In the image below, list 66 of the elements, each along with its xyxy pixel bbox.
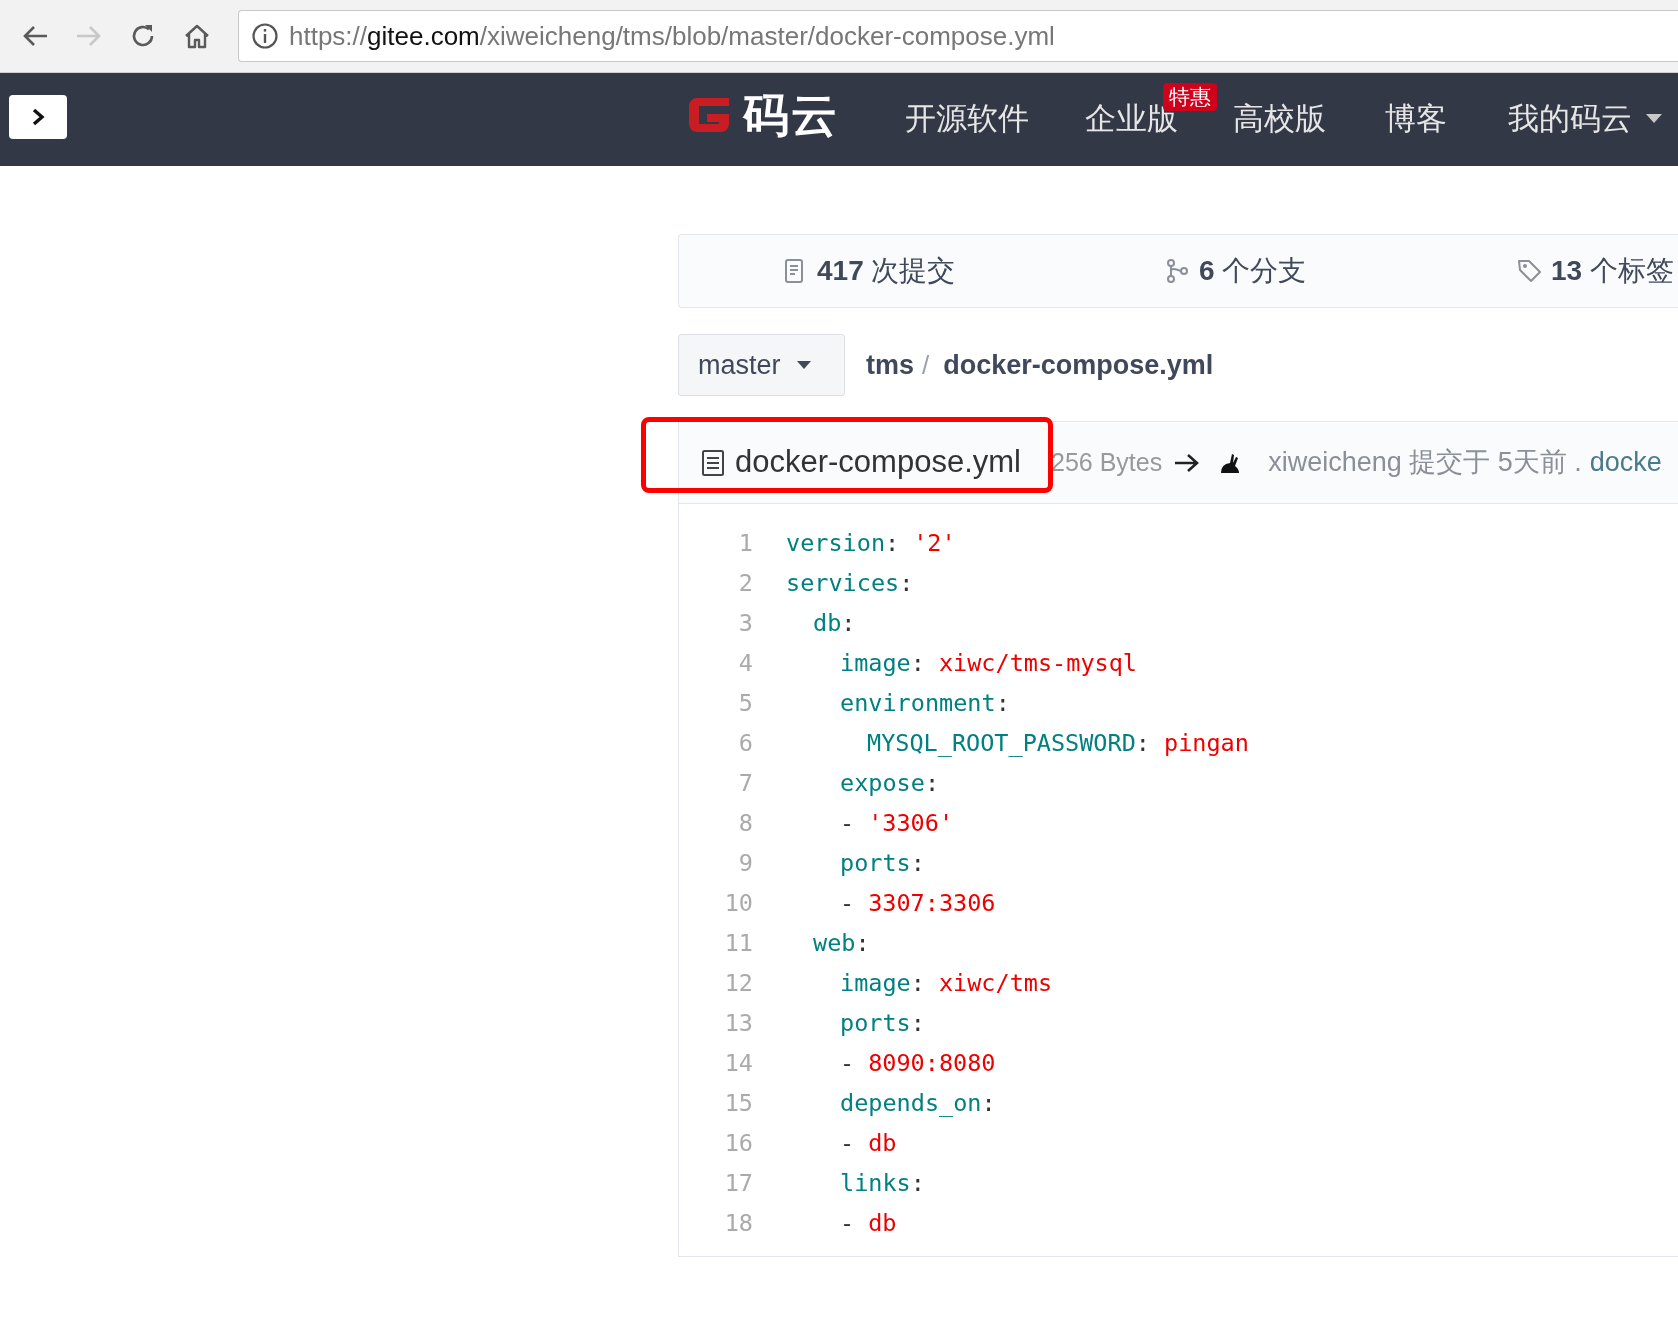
back-icon bbox=[21, 24, 49, 48]
line-number: 15 bbox=[723, 1088, 753, 1120]
forward-icon bbox=[75, 24, 103, 48]
line-number: 18 bbox=[723, 1208, 753, 1240]
nav-link[interactable]: 我的码云 bbox=[1508, 99, 1662, 139]
code-line: - 3307:3306 bbox=[840, 888, 996, 920]
line-number: 4 bbox=[737, 648, 753, 680]
line-number: 11 bbox=[723, 928, 753, 960]
nav-link[interactable]: 博客 bbox=[1385, 99, 1447, 139]
line-number: 3 bbox=[737, 608, 753, 640]
line-number: 1 bbox=[737, 528, 753, 560]
commit-link[interactable]: docke bbox=[1589, 442, 1662, 483]
file-size: 256 Bytes bbox=[1051, 446, 1163, 478]
code-line: image: xiwc/tms-mysql bbox=[840, 648, 1137, 680]
tag-icon bbox=[1517, 258, 1543, 284]
code-line: web: bbox=[813, 928, 870, 960]
line-number: 10 bbox=[723, 888, 753, 920]
code-line: environment: bbox=[840, 688, 1010, 720]
url-text: https://gitee.com/xiweicheng/tms/blob/master/docker-compose.yml bbox=[289, 19, 1055, 53]
commit-info: xiweicheng 提交于 5天前 . bbox=[1268, 446, 1582, 480]
document-icon bbox=[701, 448, 725, 477]
code-line: links: bbox=[840, 1168, 925, 1200]
line-number: 5 bbox=[737, 688, 753, 720]
code-line: - 8090:8080 bbox=[840, 1048, 996, 1080]
line-number: 16 bbox=[723, 1128, 753, 1160]
line-number: 14 bbox=[723, 1048, 753, 1080]
line-number: 17 bbox=[723, 1168, 753, 1200]
code-line: expose: bbox=[840, 768, 940, 800]
nav-link[interactable]: 开源软件 bbox=[905, 99, 1029, 139]
nav-link[interactable]: 高校版 bbox=[1233, 99, 1326, 139]
sidebar-toggle-button[interactable] bbox=[9, 95, 67, 139]
code-line: db: bbox=[813, 608, 856, 640]
home-icon bbox=[183, 23, 211, 49]
code-line: ports: bbox=[840, 1008, 925, 1040]
code-line: MYSQL_ROOT_PASSWORD: pingan bbox=[867, 728, 1249, 760]
logo-text: 码云 bbox=[743, 92, 839, 138]
code-line: - db bbox=[840, 1208, 897, 1240]
caret-down-icon bbox=[796, 360, 811, 370]
breadcrumb-link[interactable]: tms bbox=[866, 344, 914, 386]
line-number: 8 bbox=[737, 808, 753, 840]
info-icon bbox=[251, 22, 279, 50]
code-line: ports: bbox=[840, 848, 925, 880]
chevron-right-icon bbox=[30, 107, 46, 127]
arrow-right-icon bbox=[1174, 451, 1201, 474]
code-line: - db bbox=[840, 1128, 897, 1160]
file-name: docker-compose.yml bbox=[735, 443, 1021, 482]
code-line: depends_on: bbox=[840, 1088, 996, 1120]
breadcrumb-current: docker-compose.yml bbox=[943, 348, 1214, 382]
line-number: 6 bbox=[737, 728, 753, 760]
code-line: - '3306' bbox=[840, 808, 954, 840]
stat-link[interactable]: 417 次提交 bbox=[783, 249, 956, 293]
address-bar[interactable]: https://gitee.com/xiweicheng/tms/blob/master/docker-compose.yml bbox=[238, 10, 1678, 62]
branch-dropdown[interactable]: master bbox=[678, 334, 845, 396]
code-line: version: '2' bbox=[786, 528, 956, 560]
line-number: 7 bbox=[737, 768, 753, 800]
line-number: 12 bbox=[723, 968, 753, 1000]
logo[interactable]: 码云 bbox=[683, 90, 839, 140]
code-line: services: bbox=[786, 568, 914, 600]
line-number: 13 bbox=[723, 1008, 753, 1040]
line-number: 2 bbox=[737, 568, 753, 600]
breadcrumb-separator: / bbox=[922, 348, 930, 382]
code-line: image: xiwc/tms bbox=[840, 968, 1053, 1000]
stat-link[interactable]: 13 个标签 bbox=[1517, 249, 1674, 293]
line-number: 9 bbox=[737, 848, 753, 880]
stat-link[interactable]: 6 个分支 bbox=[1165, 249, 1307, 293]
branch-icon bbox=[1165, 258, 1191, 284]
